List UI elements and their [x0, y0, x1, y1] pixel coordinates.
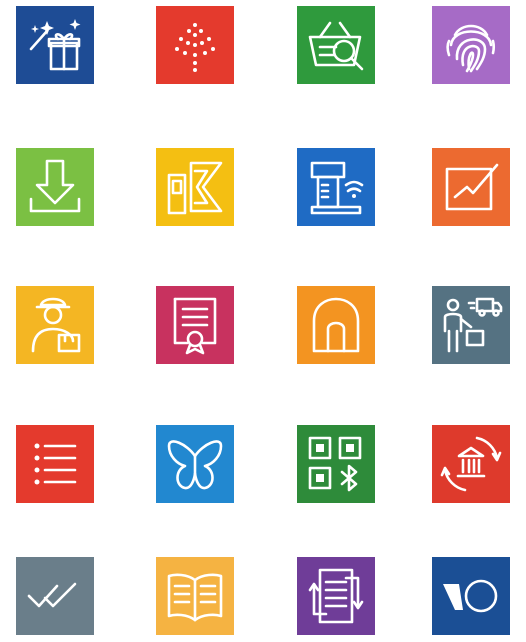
courier-truck-icon	[443, 297, 503, 353]
tile-checkbox-chart[interactable]	[432, 148, 510, 226]
tile-double-check[interactable]	[16, 557, 94, 635]
tile-basket-search[interactable]	[297, 6, 375, 84]
cash-card-icon	[167, 161, 223, 215]
tile-open-book[interactable]	[156, 557, 234, 635]
tile-document-sync[interactable]	[297, 557, 375, 635]
tile-courier-truck[interactable]	[432, 286, 510, 364]
tile-list[interactable]	[16, 425, 94, 503]
magic-gift-icon	[29, 19, 81, 71]
tile-butterfly[interactable]	[156, 425, 234, 503]
fingerprint-icon	[446, 24, 496, 73]
tile-fingerprint[interactable]	[432, 6, 510, 84]
bank-transfer-icon	[440, 436, 502, 492]
tile-io-logo[interactable]	[432, 557, 510, 635]
tile-cash-card[interactable]	[156, 148, 234, 226]
arch-door-icon	[312, 297, 360, 353]
document-sync-icon	[308, 568, 364, 624]
nfc-terminal-icon	[310, 161, 364, 215]
qr-bluetooth-icon	[308, 436, 362, 492]
checkbox-chart-icon	[445, 163, 499, 211]
open-book-icon	[167, 573, 223, 622]
double-check-icon	[27, 582, 77, 608]
butterfly-icon	[167, 440, 223, 490]
tile-sparkle-tree[interactable]	[156, 6, 234, 84]
io-logo-icon	[443, 579, 498, 613]
tile-nfc-terminal[interactable]	[297, 148, 375, 226]
sparkle-tree-icon	[175, 23, 215, 72]
tile-delivery-person[interactable]	[16, 286, 94, 364]
tile-certificate[interactable]	[156, 286, 234, 364]
certificate-icon	[173, 297, 217, 355]
tile-bank-transfer[interactable]	[432, 425, 510, 503]
download-icon	[29, 159, 81, 213]
tile-magic-gift[interactable]	[16, 6, 94, 84]
delivery-person-icon	[31, 297, 81, 353]
tile-download[interactable]	[16, 148, 94, 226]
list-icon	[34, 443, 77, 485]
tile-arch-door[interactable]	[297, 286, 375, 364]
basket-search-icon	[308, 21, 364, 71]
tile-qr-bluetooth[interactable]	[297, 425, 375, 503]
